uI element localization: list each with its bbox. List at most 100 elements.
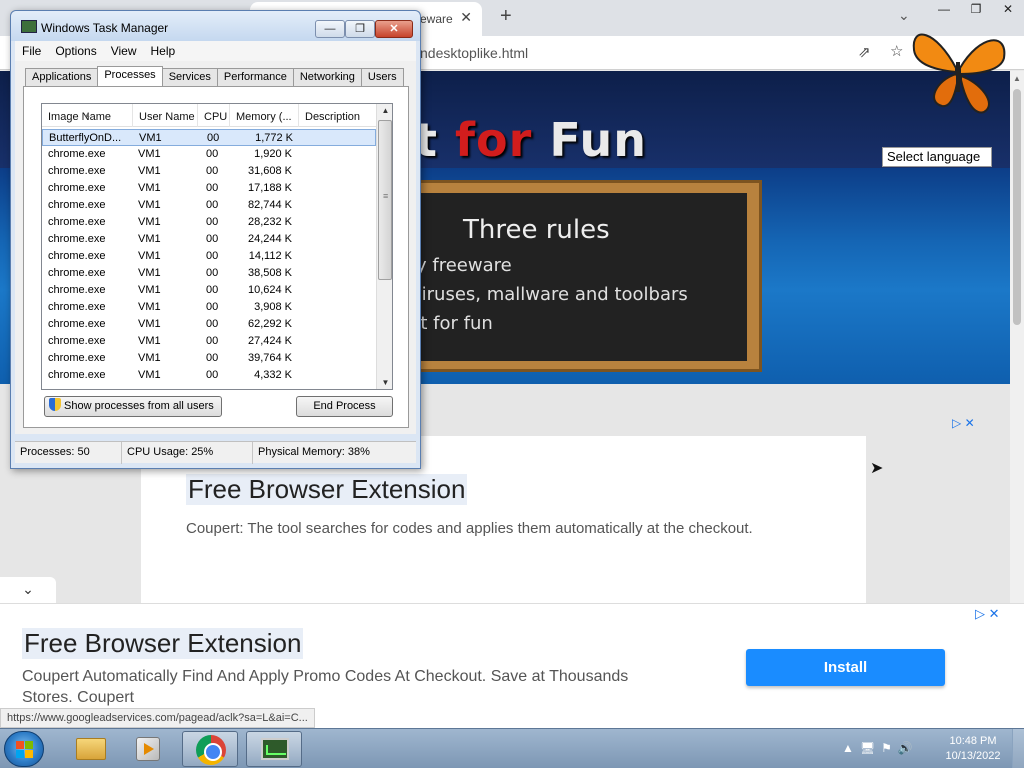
process-list-scrollbar[interactable]: ▲ ≡ ▼ <box>376 104 392 389</box>
tab-performance[interactable]: Performance <box>216 68 294 87</box>
show-all-processes-button[interactable]: Show processes from all users <box>44 396 222 417</box>
menu-help[interactable]: Help <box>144 41 183 61</box>
process-name: chrome.exe <box>48 250 106 262</box>
show-hidden-icons-icon[interactable]: ▲ <box>842 741 854 755</box>
tab-applications[interactable]: Applications <box>25 68 99 87</box>
tab-services[interactable]: Services <box>161 68 218 87</box>
process-name: chrome.exe <box>48 267 106 279</box>
process-row[interactable]: chrome.exe VM1 00 28,232 K <box>42 214 376 231</box>
restore-icon[interactable]: ❐ <box>960 0 992 18</box>
tab-users[interactable]: Users <box>360 68 404 87</box>
task-manager-title: Windows Task Manager <box>41 21 169 35</box>
process-name: chrome.exe <box>48 284 106 296</box>
close-window-icon[interactable]: ✕ <box>992 0 1024 18</box>
start-button[interactable] <box>4 731 44 767</box>
tab-close-icon[interactable]: ✕ <box>460 9 472 26</box>
menu-file[interactable]: File <box>15 41 48 61</box>
process-cpu: 00 <box>206 369 219 381</box>
process-memory: 24,244 K <box>247 233 292 245</box>
volume-icon[interactable]: 🔊 <box>898 741 913 755</box>
process-cpu: 00 <box>206 233 219 245</box>
column-memory[interactable]: Memory (... <box>230 104 299 127</box>
process-row[interactable]: chrome.exe VM1 00 62,292 K <box>42 316 376 333</box>
taskbar-chrome[interactable] <box>182 731 238 767</box>
minimize-icon[interactable]: — <box>928 0 960 18</box>
share-icon[interactable]: ⇗ <box>858 43 871 61</box>
process-user: VM1 <box>138 199 161 211</box>
process-user: VM1 <box>138 318 161 330</box>
column-user-name[interactable]: User Name <box>133 104 198 127</box>
windows-taskbar: ▲ 🖥 ⚑ 🔊 10:48 PM 10/13/2022 <box>0 728 1024 768</box>
mouse-cursor-icon: ➤ <box>870 460 884 477</box>
scroll-up-arrow-icon[interactable]: ▲ <box>1010 74 1024 83</box>
new-tab-icon[interactable]: + <box>500 5 512 28</box>
bookmark-star-icon[interactable]: ☆ <box>890 42 903 60</box>
process-user: VM1 <box>138 301 161 313</box>
process-row[interactable]: chrome.exe VM1 00 27,424 K <box>42 333 376 350</box>
task-manager-tabs: Applications Processes Services Performance… <box>25 66 404 87</box>
task-manager-window[interactable]: Windows Task Manager — ❐ ✕ File Options View… <box>10 10 421 469</box>
menu-options[interactable]: Options <box>48 41 103 61</box>
tm-maximize-button[interactable]: ❐ <box>345 20 375 38</box>
process-row[interactable]: chrome.exe VM1 00 24,244 K <box>42 231 376 248</box>
list-scroll-down-icon[interactable]: ▼ <box>377 378 392 387</box>
process-row[interactable]: chrome.exe VM1 00 31,608 K <box>42 163 376 180</box>
process-row[interactable]: chrome.exe VM1 00 1,920 K <box>42 146 376 163</box>
tab-title: eware <box>420 12 453 26</box>
process-name: chrome.exe <box>48 318 106 330</box>
list-scroll-up-icon[interactable]: ▲ <box>377 106 392 115</box>
install-button[interactable]: Install <box>746 649 945 686</box>
process-memory: 1,772 K <box>255 132 293 144</box>
tab-processes[interactable]: Processes <box>97 66 163 87</box>
column-cpu[interactable]: CPU <box>198 104 230 127</box>
inline-ad-title[interactable]: Free Browser Extension <box>186 474 468 505</box>
process-row[interactable]: chrome.exe VM1 00 82,744 K <box>42 197 376 214</box>
process-list[interactable]: ▲ Image Name User Name CPU Memory (... D… <box>41 103 393 390</box>
folder-icon <box>76 738 106 760</box>
ad-choices-icon[interactable]: ▷ ✕ <box>952 416 975 430</box>
show-desktop-button[interactable] <box>1012 729 1024 768</box>
process-row[interactable]: chrome.exe VM1 00 17,188 K <box>42 180 376 197</box>
process-row[interactable]: chrome.exe VM1 00 10,624 K <box>42 282 376 299</box>
process-user: VM1 <box>138 335 161 347</box>
tm-close-button[interactable]: ✕ <box>375 20 413 38</box>
bottom-ad-title[interactable]: Free Browser Extension <box>22 628 304 659</box>
butterfly-icon[interactable] <box>906 20 1010 116</box>
action-center-flag-icon[interactable]: ⚑ <box>881 741 892 755</box>
chrome-icon <box>196 735 226 765</box>
tab-networking[interactable]: Networking <box>292 68 362 87</box>
taskbar-media-player[interactable] <box>120 731 176 767</box>
process-user: VM1 <box>138 250 161 262</box>
process-cpu: 00 <box>206 318 219 330</box>
process-row[interactable]: chrome.exe VM1 00 38,508 K <box>42 265 376 282</box>
process-row[interactable]: chrome.exe VM1 00 39,764 K <box>42 350 376 367</box>
bottom-ad-description: Coupert Automatically Find And Apply Pro… <box>22 668 629 706</box>
process-row[interactable]: chrome.exe VM1 00 3,908 K <box>42 299 376 316</box>
network-icon[interactable]: 🖥 <box>860 741 875 755</box>
process-memory: 3,908 K <box>254 301 292 313</box>
process-name: chrome.exe <box>48 352 106 364</box>
collapse-ad-button[interactable]: ⌄ <box>0 577 56 603</box>
select-language-dropdown[interactable]: Select language <box>882 147 992 167</box>
task-manager-titlebar[interactable]: Windows Task Manager — ❐ ✕ <box>11 11 420 41</box>
tm-minimize-button[interactable]: — <box>315 20 345 38</box>
taskbar-clock[interactable]: 10:48 PM 10/13/2022 <box>940 734 1006 764</box>
scroll-thumb[interactable] <box>1013 89 1021 325</box>
taskbar-task-manager[interactable] <box>246 731 302 767</box>
chalkboard-rule-1: ly freeware <box>411 255 512 276</box>
process-user: VM1 <box>138 148 161 160</box>
process-name: chrome.exe <box>48 369 106 381</box>
url-text[interactable]: ndesktoplike.html <box>420 45 528 61</box>
process-row[interactable]: ButterflyOnD... VM1 00 1,772 K <box>42 129 376 146</box>
taskbar-explorer[interactable] <box>62 731 118 767</box>
ad-choices-icon-bottom[interactable]: ▷ ✕ <box>975 606 1000 622</box>
process-row[interactable]: chrome.exe VM1 00 14,112 K <box>42 248 376 265</box>
column-description[interactable]: Description <box>299 104 376 127</box>
column-image-name[interactable]: ▲ Image Name <box>42 104 133 127</box>
process-user: VM1 <box>139 132 162 144</box>
process-row[interactable]: chrome.exe VM1 00 4,332 K <box>42 367 376 384</box>
chalkboard-title: Three rules <box>463 215 610 245</box>
menu-view[interactable]: View <box>104 41 144 61</box>
list-scroll-thumb[interactable]: ≡ <box>378 120 392 280</box>
end-process-button[interactable]: End Process <box>296 396 393 417</box>
